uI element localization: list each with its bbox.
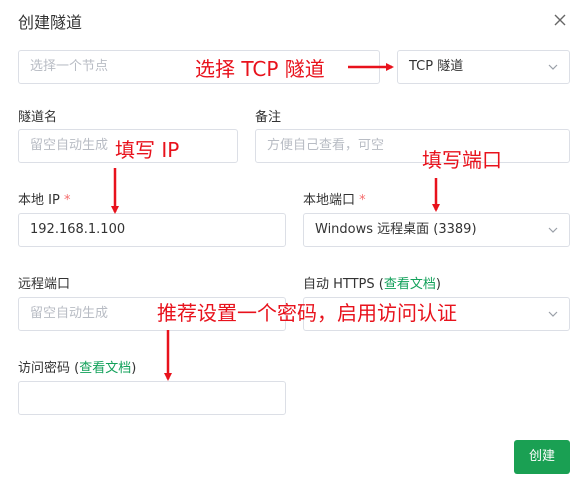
paren-close: ) <box>131 361 137 376</box>
local-ip-value: 192.168.1.100 <box>30 222 126 237</box>
access-password-input[interactable] <box>18 381 286 415</box>
note-label: 备注 <box>255 110 282 125</box>
chevron-down-icon <box>548 311 558 317</box>
chevron-down-icon <box>548 227 558 233</box>
dialog-title: 创建隧道 <box>18 13 83 32</box>
node-select-placeholder: 选择一个节点 <box>30 59 109 74</box>
local-ip-input[interactable]: 192.168.1.100 <box>18 213 286 247</box>
auto-https-doc-link[interactable]: 查看文档 <box>384 277 436 292</box>
access-password-label-text: 访问密码 <box>18 361 71 376</box>
local-port-select[interactable]: Windows 远程桌面 (3389) <box>303 213 570 247</box>
tunnel-name-placeholder: 留空自动生成 <box>30 138 109 153</box>
access-password-label: 访问密码 (查看文档) <box>18 357 136 376</box>
note-input[interactable]: 方便自己查看，可空 <box>255 129 570 163</box>
annotation-recommend-password: 推荐设置一个密码，启用访问认证 <box>157 301 457 325</box>
remote-port-label: 远程端口 <box>18 277 71 292</box>
tunnel-name-label: 隧道名 <box>18 110 58 125</box>
chevron-down-icon <box>548 64 558 70</box>
annotation-choose-tcp: 选择 TCP 隧道 <box>195 57 325 81</box>
close-icon[interactable] <box>548 8 572 32</box>
auto-https-label-text: 自动 HTTPS <box>303 277 375 292</box>
local-ip-label-text: 本地 IP <box>18 193 60 208</box>
tunnel-type-value: TCP 隧道 <box>409 59 464 74</box>
local-ip-label: 本地 IP * <box>18 189 70 208</box>
annotation-fill-port: 填写端口 <box>422 148 502 172</box>
local-port-value: Windows 远程桌面 (3389) <box>315 222 477 237</box>
auto-https-label: 自动 HTTPS (查看文档) <box>303 273 441 292</box>
annotation-fill-ip: 填写 IP <box>115 138 180 162</box>
create-button[interactable]: 创建 <box>514 440 570 474</box>
create-tunnel-dialog: 创建隧道 选择一个节点 TCP 隧道 隧道名 备注 留空自动生成 方便自己查看，… <box>0 0 581 480</box>
required-mark: * <box>63 193 71 208</box>
required-mark: * <box>359 193 366 208</box>
remote-port-placeholder: 留空自动生成 <box>30 306 109 321</box>
tunnel-type-select[interactable]: TCP 隧道 <box>397 50 570 84</box>
note-placeholder: 方便自己查看，可空 <box>267 138 385 153</box>
local-port-label-text: 本地端口 <box>303 193 356 208</box>
access-password-doc-link[interactable]: 查看文档 <box>79 361 131 376</box>
local-port-label: 本地端口 * <box>303 189 366 208</box>
paren-close: ) <box>435 277 441 292</box>
